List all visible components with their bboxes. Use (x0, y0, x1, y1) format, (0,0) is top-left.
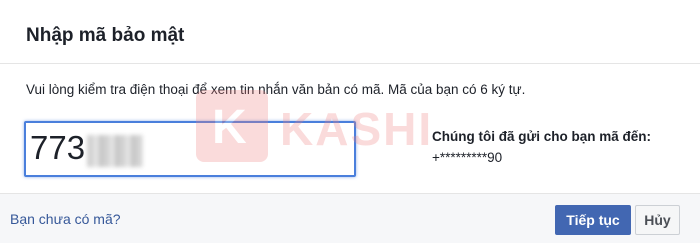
code-sent-label: Chúng tôi đã gửi cho bạn mã đến: (432, 129, 652, 144)
instructions-text: Vui lòng kiểm tra điện thoại để xem tin … (26, 82, 526, 97)
continue-button[interactable]: Tiếp tục (555, 205, 631, 235)
security-code-value: 773 (30, 129, 86, 166)
masked-phone-number: +*********90 (432, 150, 503, 165)
dialog-header: Nhập mã bảo mật (0, 0, 700, 64)
dialog-title: Nhập mã bảo mật (26, 25, 185, 46)
dialog-footer: Bạn chưa có mã? Tiếp tục Hủy (0, 193, 700, 243)
no-code-link[interactable]: Bạn chưa có mã? (10, 211, 121, 227)
cancel-button[interactable]: Hủy (635, 205, 680, 235)
security-code-dialog: Nhập mã bảo mật Vui lòng kiểm tra điện t… (0, 0, 700, 243)
security-code-input[interactable]: 773 (24, 121, 356, 177)
obscured-digits (87, 135, 143, 167)
